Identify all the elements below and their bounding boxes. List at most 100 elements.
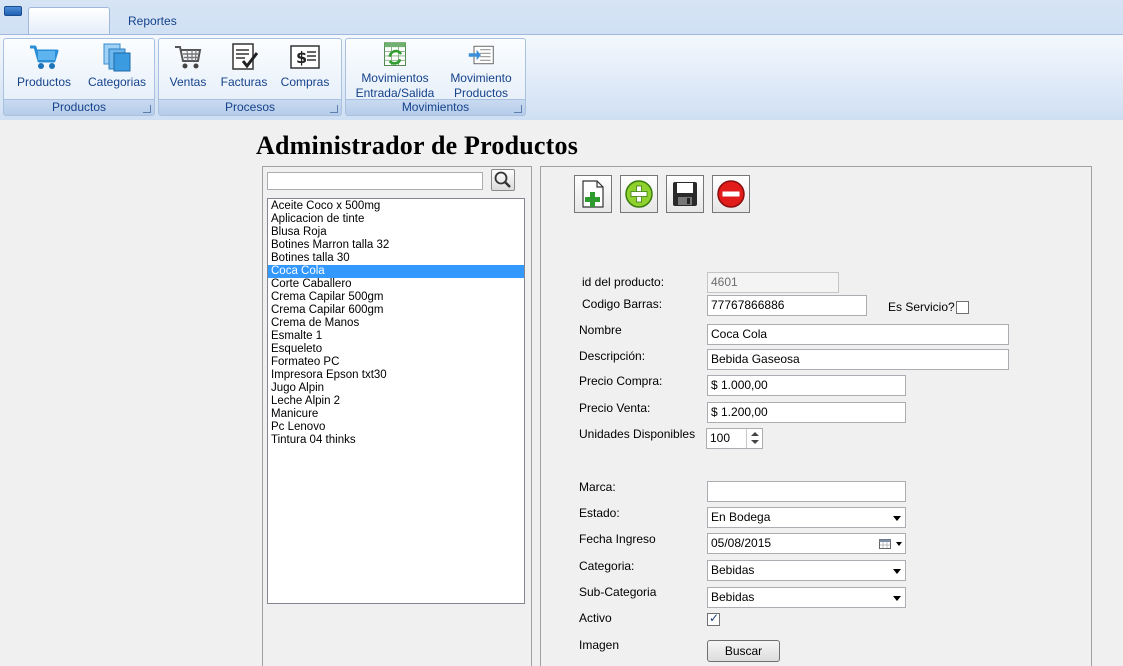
- id-field[interactable]: 4601: [707, 272, 839, 293]
- spin-down-icon[interactable]: [751, 440, 759, 444]
- movimiento-productos-line1: Movimiento: [450, 71, 512, 85]
- new-document-icon: [582, 180, 604, 208]
- brand-field[interactable]: [707, 481, 906, 502]
- search-button[interactable]: [491, 169, 515, 191]
- list-item[interactable]: Formateo PC: [268, 356, 524, 369]
- units-label: Unidades Disponibles: [579, 427, 696, 441]
- list-item[interactable]: Crema Capilar 500gm: [268, 291, 524, 304]
- ventas-button[interactable]: Ventas: [165, 41, 211, 90]
- category-select[interactable]: Bebidas: [707, 560, 906, 581]
- group-launcher-procesos[interactable]: [330, 105, 338, 113]
- add-icon: [625, 180, 653, 208]
- date-label: Fecha Ingreso: [579, 532, 656, 546]
- date-picker[interactable]: 05/08/2015: [707, 533, 906, 554]
- units-spin-buttons[interactable]: [746, 429, 762, 448]
- categorias-button[interactable]: Categorias: [84, 41, 150, 90]
- ribbon-body: Productos Categorias Productos Ventas Fa…: [0, 34, 1123, 120]
- app-menu-button[interactable]: [4, 6, 22, 16]
- transfer-document-icon: [468, 45, 494, 65]
- list-item[interactable]: Botines Marron talla 32: [268, 239, 524, 252]
- movimientos-entrada-salida-line1: Movimientos: [361, 71, 429, 85]
- ventas-button-label: Ventas: [169, 75, 207, 89]
- subcategory-value: Bebidas: [711, 590, 755, 604]
- state-label: Estado:: [579, 506, 620, 520]
- barcode-field[interactable]: 77767866886: [707, 295, 867, 316]
- active-checkbox[interactable]: [707, 611, 720, 626]
- productos-button-label: Productos: [16, 75, 72, 89]
- active-label: Activo: [579, 611, 612, 625]
- service-label: Es Servicio?: [888, 300, 955, 314]
- list-item[interactable]: Coca Cola: [268, 265, 524, 278]
- folders-icon: [103, 43, 131, 72]
- group-movimientos: Movimientos Entrada/Salida Movimiento Pr…: [345, 38, 526, 116]
- list-item[interactable]: Aceite Coco x 500mg: [268, 200, 524, 213]
- list-item[interactable]: Impresora Epson txt30: [268, 369, 524, 382]
- productos-button[interactable]: Productos: [12, 41, 76, 90]
- list-item[interactable]: Blusa Roja: [268, 226, 524, 239]
- main-content: Administrador de Productos Aceite Coco x…: [0, 121, 1123, 666]
- subcategory-select[interactable]: Bebidas: [707, 587, 906, 608]
- service-checkbox[interactable]: [956, 301, 969, 314]
- spin-up-icon[interactable]: [751, 432, 759, 436]
- calendar-icon[interactable]: [879, 538, 891, 549]
- tab-home[interactable]: [28, 7, 110, 35]
- compras-button-label: Compras: [280, 75, 330, 89]
- save-icon: [673, 182, 697, 206]
- list-item[interactable]: Leche Alpin 2: [268, 395, 524, 408]
- barcode-label: Codigo Barras:: [582, 297, 663, 311]
- delete-icon: [717, 180, 745, 208]
- name-field[interactable]: Coca Cola: [707, 324, 1009, 345]
- movimientos-entrada-salida-line2: Entrada/Salida: [355, 86, 435, 100]
- save-button[interactable]: [666, 175, 704, 213]
- add-button[interactable]: [620, 175, 658, 213]
- product-form-panel: id del producto: 4601 Codigo Barras: 777…: [540, 166, 1092, 666]
- list-item[interactable]: Jugo Alpin: [268, 382, 524, 395]
- sell-price-field[interactable]: $ 1.200,00: [707, 402, 906, 423]
- product-list[interactable]: Aceite Coco x 500mg Aplicacion de tinte Bl…: [267, 198, 525, 604]
- list-item[interactable]: Crema Capilar 600gm: [268, 304, 524, 317]
- list-item[interactable]: Crema de Manos: [268, 317, 524, 330]
- spreadsheet-refresh-icon: [384, 42, 406, 66]
- image-label: Imagen: [579, 638, 620, 652]
- list-item[interactable]: Esqueleto: [268, 343, 524, 356]
- ribbon: Reportes Productos Categorias Productos …: [0, 0, 1123, 120]
- chevron-down-icon: [893, 596, 901, 601]
- list-item[interactable]: Esmalte 1: [268, 330, 524, 343]
- movimiento-productos-button[interactable]: Movimiento Productos: [444, 41, 518, 101]
- list-item[interactable]: Aplicacion de tinte: [268, 213, 524, 226]
- tab-reportes[interactable]: Reportes: [116, 7, 189, 35]
- group-launcher-productos[interactable]: [143, 105, 151, 113]
- compras-button[interactable]: $ Compras: [277, 41, 333, 90]
- search-input[interactable]: [267, 172, 483, 190]
- group-label-movimientos: Movimientos: [346, 99, 525, 115]
- new-button[interactable]: [574, 175, 612, 213]
- buy-price-field[interactable]: $ 1.000,00: [707, 375, 906, 396]
- dollar-document-icon: $: [290, 45, 320, 69]
- list-item[interactable]: Pc Lenovo: [268, 421, 524, 434]
- date-value: 05/08/2015: [711, 536, 772, 550]
- delete-button[interactable]: [712, 175, 750, 213]
- movimiento-productos-line2: Productos: [453, 86, 509, 100]
- subcategory-label: Sub-Categoria: [579, 585, 657, 599]
- facturas-button[interactable]: Facturas: [217, 41, 271, 90]
- list-item[interactable]: Corte Caballero: [268, 278, 524, 291]
- group-launcher-movimientos[interactable]: [514, 105, 522, 113]
- list-item[interactable]: Botines talla 30: [268, 252, 524, 265]
- buy-price-label: Precio Compra:: [579, 374, 663, 388]
- category-value: Bebidas: [711, 563, 755, 577]
- browse-image-button[interactable]: Buscar: [707, 640, 780, 662]
- group-procesos: Ventas Facturas $ Compras Procesos: [158, 38, 342, 116]
- list-item[interactable]: Tintura 04 thinks: [268, 434, 524, 447]
- shopping-cart-icon: [175, 46, 202, 69]
- units-value: 100: [710, 431, 731, 445]
- units-stepper[interactable]: 100: [706, 428, 763, 449]
- description-field[interactable]: Bebida Gaseosa: [707, 349, 1009, 370]
- list-item[interactable]: Manicure: [268, 408, 524, 421]
- state-select[interactable]: En Bodega: [707, 507, 906, 528]
- group-label-productos: Productos: [4, 99, 154, 115]
- search-icon: [494, 171, 511, 188]
- movimientos-entrada-salida-button[interactable]: Movimientos Entrada/Salida: [352, 41, 438, 101]
- chevron-down-icon: [896, 542, 902, 546]
- name-label: Nombre: [579, 323, 622, 337]
- facturas-button-label: Facturas: [220, 75, 268, 89]
